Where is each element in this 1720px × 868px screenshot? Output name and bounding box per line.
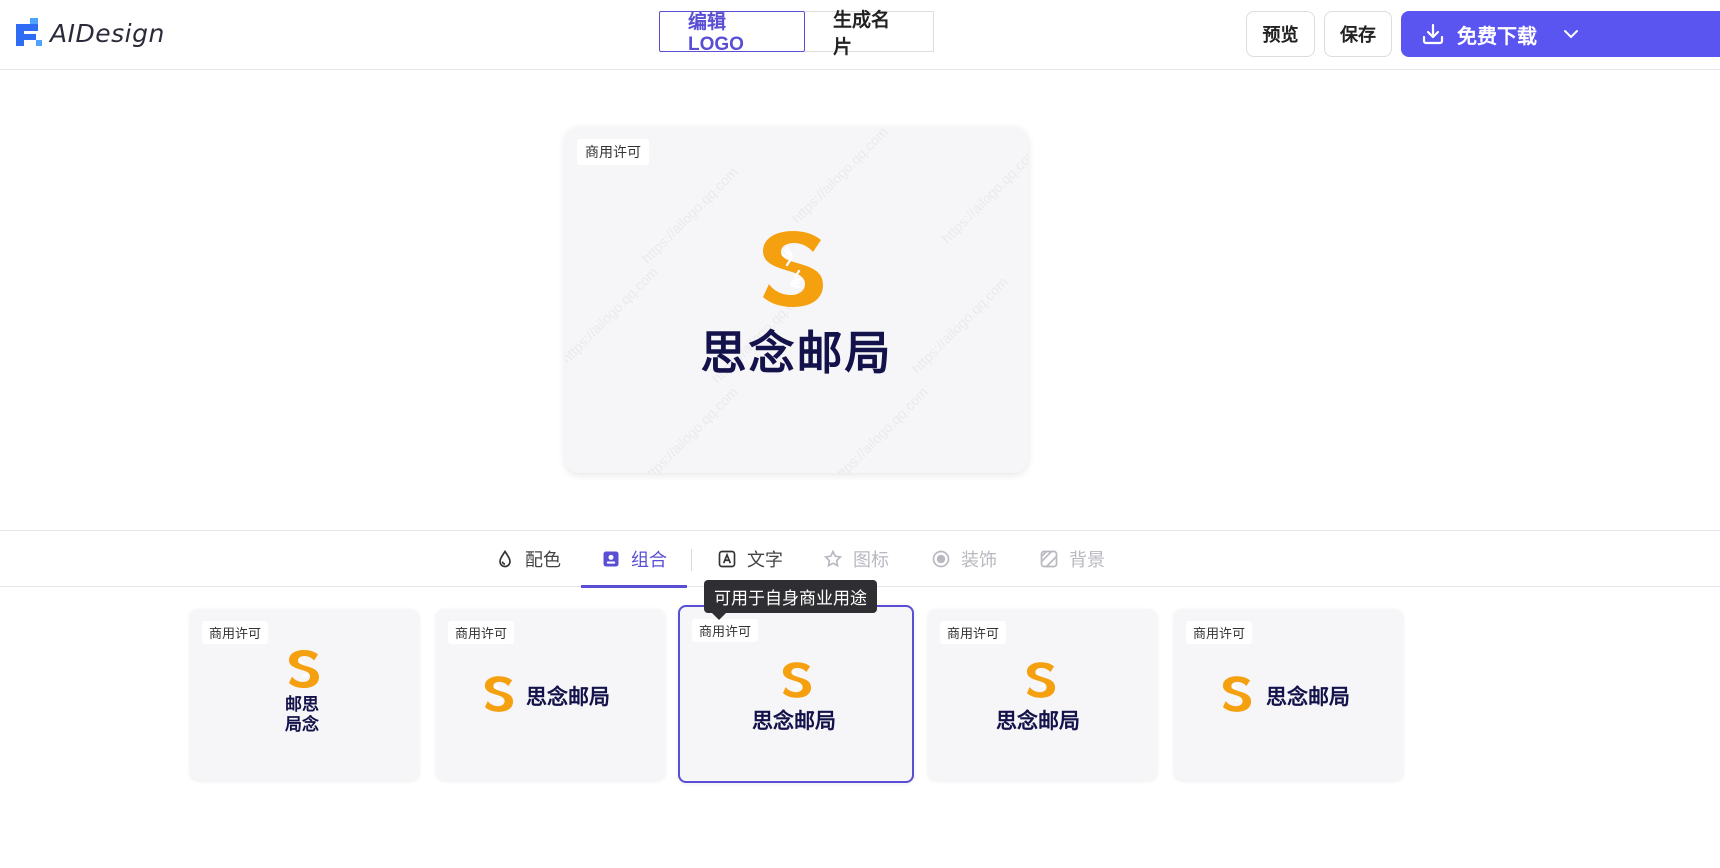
- edit-tabs: 配色 组合 文字 图标 装饰 背景: [0, 530, 1720, 588]
- s-hug-logo-icon: [1026, 662, 1056, 698]
- layout-option-4[interactable]: 商用许可 思念邮局: [928, 609, 1157, 780]
- tab-decoration[interactable]: 装饰: [931, 531, 997, 587]
- license-tooltip: 可用于自身商业用途: [704, 580, 877, 620]
- aidesign-logo-icon: [16, 18, 42, 46]
- tab-text[interactable]: 文字: [717, 531, 783, 587]
- tab-color[interactable]: 配色: [495, 531, 561, 587]
- brand-name: 思念邮局: [1266, 685, 1350, 709]
- brand-name: 思念邮局: [752, 709, 836, 733]
- commercial-license-badge: 商用许可: [940, 621, 1007, 644]
- mode-switch: 编辑LOGO 生成名片: [659, 10, 934, 58]
- layout-option-3[interactable]: 商用许可 思念邮局: [678, 605, 914, 783]
- watermark-text: https://ailogo.qq.com: [788, 127, 891, 227]
- mode-edit-logo[interactable]: 编辑LOGO: [659, 11, 805, 55]
- watermark-text: https://ailogo.qq.com: [828, 383, 931, 473]
- s-hug-logo-icon: [1222, 676, 1252, 712]
- text-icon: [718, 550, 736, 568]
- mode-generate-card[interactable]: 生成名片: [805, 10, 934, 58]
- tab-label: 文字: [747, 550, 783, 570]
- layout-icon: [603, 551, 619, 567]
- tab-label: 背景: [1069, 550, 1105, 570]
- background-icon: [1040, 550, 1058, 568]
- watermark-text: https://ailogo.qq.com: [638, 163, 741, 267]
- tab-combination[interactable]: 组合: [581, 531, 687, 588]
- layout-option-5[interactable]: 商用许可 思念邮局: [1174, 609, 1403, 780]
- commercial-license-badge: 商用许可: [692, 619, 759, 642]
- tab-icon[interactable]: 图标: [823, 531, 889, 587]
- commercial-license-badge: 商用许可: [577, 139, 649, 165]
- commercial-license-badge: 商用许可: [1186, 621, 1253, 644]
- download-icon: [1422, 23, 1444, 45]
- layout-option-1[interactable]: 商用许可 邮思 局念: [190, 609, 419, 780]
- s-hug-logo-icon: [763, 231, 823, 307]
- watermark-text: https://ailogo.qq.com: [938, 143, 1028, 247]
- app-name: AIDesign: [50, 18, 165, 48]
- preview-button[interactable]: 预览: [1246, 11, 1315, 57]
- commercial-license-badge: 商用许可: [202, 621, 269, 644]
- brand-name: 思念邮局: [700, 326, 893, 380]
- s-hug-logo-icon: [484, 676, 514, 712]
- watermark-text: https://ailogo.qq.com: [638, 383, 741, 473]
- brand-name: 思念邮局: [996, 709, 1080, 733]
- download-button[interactable]: 免费下载: [1401, 11, 1720, 57]
- tab-label: 组合: [631, 550, 667, 570]
- commercial-license-badge: 商用许可: [448, 621, 515, 644]
- brand-name-line-1: 邮思: [285, 695, 319, 715]
- s-hug-logo-icon: [289, 650, 319, 688]
- star-icon: [823, 549, 843, 568]
- circle-icon: [932, 550, 950, 568]
- tab-label: 图标: [853, 550, 889, 570]
- save-button[interactable]: 保存: [1324, 11, 1392, 57]
- top-header: AIDesign 编辑LOGO 生成名片 预览 保存 免费下载: [0, 0, 1720, 70]
- app-logo[interactable]: AIDesign: [14, 18, 165, 48]
- s-hug-logo-icon: [782, 662, 812, 698]
- logo-canvas[interactable]: https://ailogo.qq.com https://ailogo.qq.…: [565, 127, 1028, 473]
- droplet-icon: [499, 549, 511, 568]
- download-label: 免费下载: [1457, 25, 1537, 48]
- tab-divider: [691, 549, 692, 571]
- brand-name: 思念邮局: [526, 685, 610, 709]
- chevron-down-icon[interactable]: [1559, 22, 1583, 46]
- layout-option-2[interactable]: 商用许可 思念邮局: [436, 609, 665, 780]
- tab-label: 配色: [525, 550, 561, 570]
- brand-name-line-2: 局念: [285, 715, 319, 735]
- tab-background[interactable]: 背景: [1039, 531, 1105, 587]
- tab-label: 装饰: [961, 550, 997, 570]
